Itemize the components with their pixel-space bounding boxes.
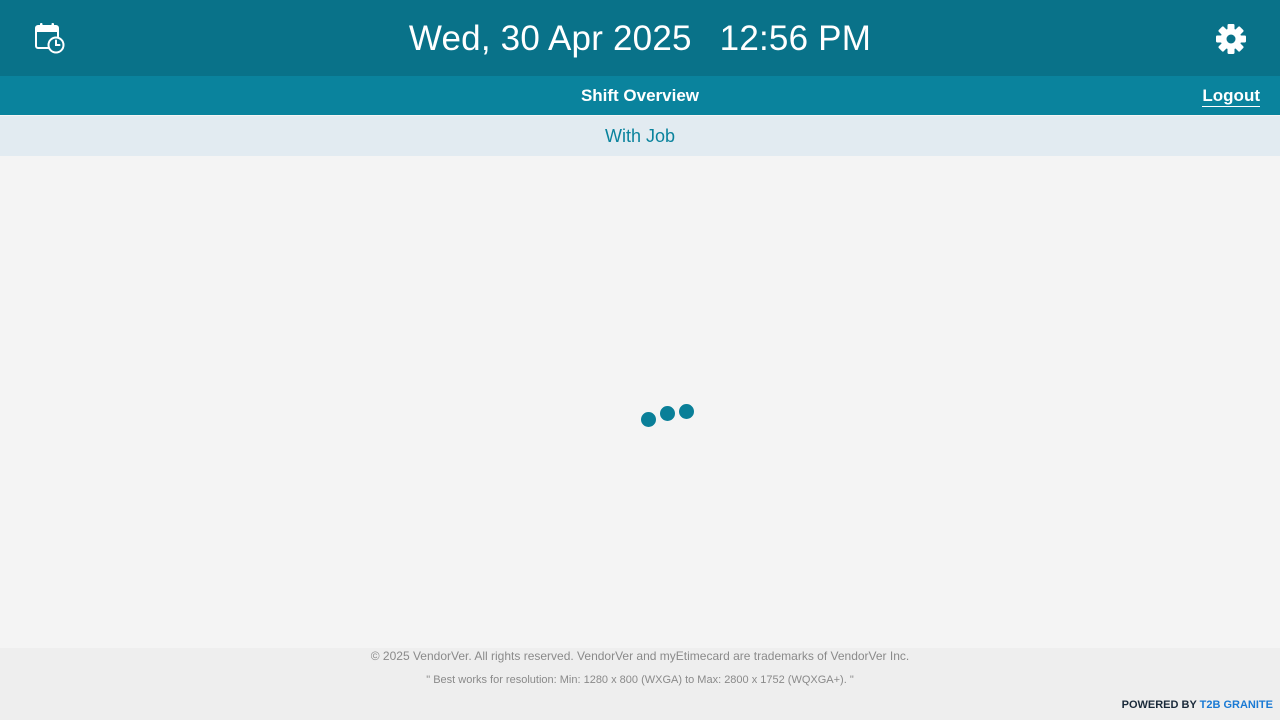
nav-bar: Shift Overview Logout (0, 76, 1280, 115)
powered-by-brand-link[interactable]: T2B GRANITE (1200, 699, 1273, 711)
loading-dot (679, 404, 694, 419)
logout-link[interactable]: Logout (1202, 76, 1260, 115)
resolution-note: " Best works for resolution: Min: 1280 x… (426, 674, 854, 686)
powered-by-label: POWERED BY (1121, 699, 1197, 711)
section-header: With Job (0, 116, 1280, 156)
page-title: Shift Overview (580, 86, 700, 105)
current-date: Wed, 30 Apr 2025 (408, 19, 692, 58)
logout-label: Logout (1202, 86, 1260, 107)
loading-dot (660, 406, 675, 421)
loading-dot (641, 412, 656, 427)
copyright-text: © 2025 VendorVer. All rights reserved. V… (370, 649, 910, 663)
gear-icon[interactable] (1214, 22, 1248, 56)
current-datetime: Wed, 30 Apr 2025 12:56 PM (0, 0, 1280, 76)
top-header: Wed, 30 Apr 2025 12:56 PM (0, 0, 1280, 76)
calendar-clock-icon[interactable] (33, 22, 65, 54)
powered-by: POWERED BY T2B GRANITE (1122, 698, 1273, 712)
loading-spinner (640, 402, 700, 432)
current-time: 12:56 PM (719, 19, 872, 58)
footer: © 2025 VendorVer. All rights reserved. V… (0, 648, 1280, 720)
